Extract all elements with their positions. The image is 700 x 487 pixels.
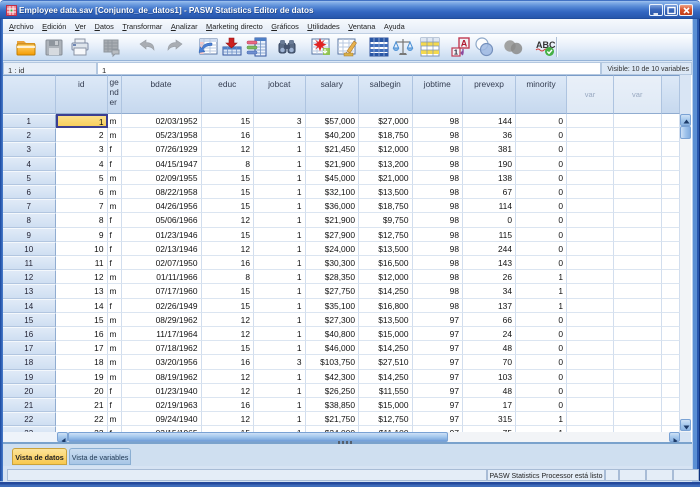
svg-text:1: 1 (454, 48, 458, 57)
svg-text:A: A (461, 39, 468, 49)
svg-text:ABC: ABC (536, 40, 556, 50)
